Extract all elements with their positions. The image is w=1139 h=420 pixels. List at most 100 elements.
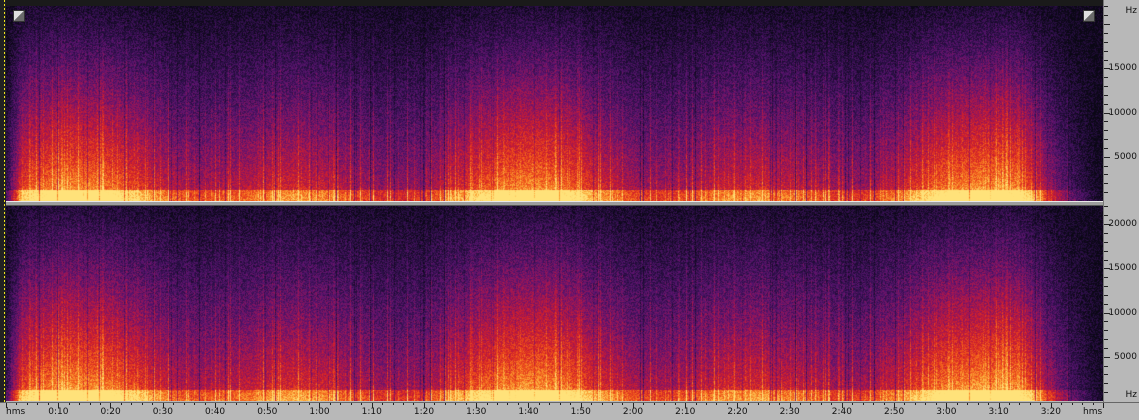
time-tick: [1019, 403, 1020, 405]
frequency-tick: [1104, 33, 1108, 34]
time-tick: [246, 403, 247, 405]
frequency-ruler[interactable]: Hz Hz 15000 10000 5000 20000 15000 10000 5000: [1103, 0, 1139, 402]
time-tick: [110, 403, 111, 408]
time-tick: [727, 403, 728, 405]
time-tick: [163, 403, 164, 408]
frequency-label: 10000: [1108, 307, 1137, 318]
frequency-tick: [1104, 374, 1108, 375]
time-tick: [403, 403, 404, 405]
frequency-label: 15000: [1108, 263, 1137, 274]
time-tick: [1061, 403, 1062, 405]
time-tick: [319, 403, 320, 408]
time-tick: [748, 403, 749, 405]
time-label: 0:40: [204, 407, 226, 417]
frequency-tick: [1104, 104, 1108, 105]
time-tick: [1040, 403, 1041, 405]
time-tick: [455, 403, 456, 405]
frequency-tick: [1104, 113, 1110, 114]
time-label: 0:50: [257, 407, 278, 417]
time-tick: [173, 403, 174, 405]
time-tick: [549, 403, 550, 405]
frequency-tick: [1104, 183, 1108, 184]
time-tick: [602, 403, 603, 405]
spectrogram-channel-right[interactable]: [6, 206, 1103, 401]
zoom-handle-left-icon[interactable]: [13, 10, 25, 22]
frequency-tick: [1104, 277, 1108, 278]
spectral-editor[interactable]: Hz Hz 15000 10000 5000 20000 15000 10000 5000…: [0, 0, 1139, 420]
frequency-tick: [1104, 166, 1108, 167]
frequency-tick: [1104, 313, 1110, 314]
time-tick: [372, 403, 373, 408]
time-tick: [351, 403, 352, 405]
frequency-tick: [1104, 60, 1108, 61]
time-tick: [915, 403, 916, 405]
playhead-cursor[interactable]: [4, 0, 5, 402]
time-label: 0:20: [100, 407, 121, 417]
frequency-tick: [1104, 366, 1108, 367]
frequency-tick: [1104, 174, 1108, 175]
time-tick: [278, 403, 279, 405]
time-label: 1:20: [413, 407, 435, 417]
frequency-tick: [1104, 139, 1108, 140]
time-label: 2:40: [831, 407, 853, 417]
time-label: 2:00: [622, 407, 644, 417]
time-label: 2:20: [727, 407, 748, 417]
time-tick: [810, 403, 811, 405]
spectrogram-canvas-left[interactable]: [6, 6, 1103, 201]
time-tick: [946, 403, 947, 408]
time-label: 1:40: [518, 407, 539, 417]
time-tick: [758, 403, 759, 405]
time-tick: [131, 403, 132, 405]
time-tick: [413, 403, 414, 405]
time-tick: [988, 403, 989, 405]
time-tick: [852, 403, 853, 405]
time-tick: [1009, 403, 1010, 405]
frequency-tick: [1104, 251, 1108, 252]
time-tick: [769, 403, 770, 405]
time-tick: [957, 403, 958, 405]
time-tick: [581, 403, 582, 408]
time-tick: [48, 403, 49, 405]
time-tick: [90, 403, 91, 405]
time-tick: [1093, 403, 1094, 405]
time-tick: [466, 403, 467, 405]
frequency-tick: [1104, 260, 1108, 261]
time-tick: [831, 403, 832, 405]
time-tick: [79, 403, 80, 405]
frequency-tick: [1104, 295, 1108, 296]
time-tick: [884, 403, 885, 405]
frequency-tick: [1104, 130, 1108, 131]
time-tick: [842, 403, 843, 408]
time-tick: [507, 403, 508, 405]
time-tick: [894, 403, 895, 408]
time-tick: [790, 403, 791, 408]
time-tick: [706, 403, 707, 405]
time-tick: [654, 403, 655, 405]
time-tick: [716, 403, 717, 405]
frequency-tick: [1104, 148, 1108, 149]
frequency-unit-label-top: Hz: [1125, 6, 1138, 16]
zoom-handle-right-icon[interactable]: [1083, 10, 1095, 22]
spectrogram-channel-left[interactable]: [6, 6, 1103, 201]
spectrogram-canvas-right[interactable]: [6, 206, 1103, 401]
frequency-tick: [1104, 348, 1108, 349]
time-tick: [476, 403, 477, 408]
time-ruler[interactable]: hms hms 0:10 0:20 0:30 0:40 0:50 1:00 1:10 1:20…: [0, 402, 1139, 420]
time-tick: [497, 403, 498, 405]
time-tick: [393, 403, 394, 405]
time-tick: [779, 403, 780, 405]
frequency-tick: [1104, 86, 1108, 87]
frequency-tick: [1104, 215, 1108, 216]
time-tick: [622, 403, 623, 405]
time-label: 1:30: [466, 407, 487, 417]
time-label: 2:50: [884, 407, 905, 417]
time-label: 1:10: [361, 407, 382, 417]
frequency-tick: [1104, 192, 1108, 193]
frequency-tick: [1104, 42, 1108, 43]
time-tick: [925, 403, 926, 405]
time-tick: [37, 403, 38, 405]
time-tick: [800, 403, 801, 405]
time-tick: [184, 403, 185, 405]
time-tick: [309, 403, 310, 405]
time-label: 1:50: [570, 407, 591, 417]
